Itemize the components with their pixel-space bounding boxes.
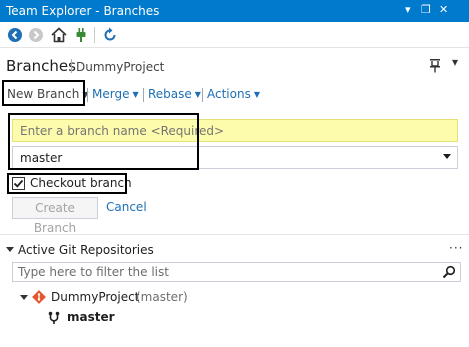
- collapse-icon[interactable]: [6, 247, 14, 252]
- connect-icon[interactable]: [72, 26, 90, 44]
- merge-button[interactable]: Merge ▼: [92, 87, 139, 101]
- actions-menu-button[interactable]: Actions ▼: [207, 87, 260, 101]
- branch-icon: [48, 311, 60, 325]
- pin-icon[interactable]: [428, 57, 442, 73]
- dock-icon[interactable]: ❐: [421, 3, 431, 17]
- page-title: Branches: [6, 57, 76, 75]
- repository-filter-input[interactable]: Type here to filter the list: [12, 262, 461, 282]
- forward-icon[interactable]: [27, 26, 45, 44]
- repository-item[interactable]: DummyProject (master): [20, 290, 320, 308]
- actions-label: Actions: [207, 87, 251, 101]
- highlight-branch-inputs: [8, 113, 199, 170]
- page-header: Branches DummyProject ▾: [0, 48, 469, 80]
- repositories-section-header[interactable]: Active Git Repositories ···: [0, 241, 469, 261]
- rebase-button[interactable]: Rebase ▼: [148, 87, 201, 101]
- chevron-down-icon: [443, 154, 451, 159]
- action-separator: [87, 88, 88, 102]
- toolbar-divider: [94, 27, 95, 43]
- refresh-icon[interactable]: [101, 26, 119, 44]
- chevron-down-icon: ▼: [253, 90, 260, 99]
- expand-icon[interactable]: [20, 295, 28, 300]
- highlight-checkout: [7, 173, 127, 194]
- current-branch-name: master: [67, 310, 115, 324]
- toolbar: [0, 22, 469, 48]
- header-dropdown-icon[interactable]: ▾: [452, 55, 458, 69]
- back-icon[interactable]: [6, 26, 24, 44]
- highlight-new-branch: [2, 80, 85, 106]
- action-separator: [202, 88, 203, 102]
- header-divider: [71, 59, 72, 73]
- repository-name: DummyProject: [51, 290, 140, 304]
- chevron-down-icon: ▼: [194, 90, 201, 99]
- section-divider: [0, 234, 469, 235]
- action-separator: [143, 88, 144, 102]
- title-bar: Team Explorer - Branches ▾ ❐ ✕: [0, 0, 469, 22]
- close-icon[interactable]: ✕: [439, 3, 448, 17]
- more-options-icon[interactable]: ···: [449, 241, 463, 255]
- branch-item[interactable]: master: [48, 310, 248, 328]
- project-name: DummyProject: [76, 60, 165, 74]
- section-title: Active Git Repositories: [18, 243, 154, 257]
- window-title: Team Explorer - Branches: [6, 4, 160, 18]
- merge-label: Merge: [92, 87, 130, 101]
- filter-placeholder: Type here to filter the list: [18, 265, 169, 279]
- chevron-down-icon: ▼: [132, 90, 139, 99]
- dropdown-icon[interactable]: ▾: [405, 3, 411, 17]
- create-branch-button[interactable]: Create Branch: [12, 197, 98, 235]
- rebase-label: Rebase: [148, 87, 192, 101]
- git-repo-icon: [32, 290, 46, 304]
- search-icon[interactable]: [442, 265, 456, 279]
- home-icon[interactable]: [50, 26, 68, 44]
- repository-branch-note: (master): [136, 290, 188, 304]
- cancel-link[interactable]: Cancel: [106, 200, 147, 214]
